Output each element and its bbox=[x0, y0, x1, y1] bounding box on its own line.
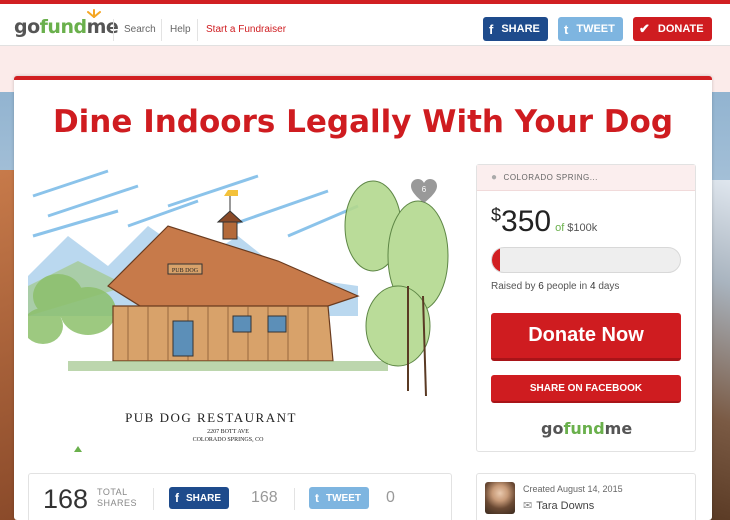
total-shares-label: TOTAL SHARES bbox=[97, 487, 138, 508]
facebook-icon: f bbox=[175, 491, 179, 505]
twitter-icon: t bbox=[315, 491, 319, 505]
svg-text:6: 6 bbox=[422, 185, 427, 194]
donate-now-button[interactable]: Donate Now bbox=[491, 313, 681, 361]
svg-text:PUB DOG: PUB DOG bbox=[172, 268, 199, 274]
creator-info: Created August 14, 2015 ✉ Tara Downs bbox=[476, 473, 696, 520]
share-on-facebook-button[interactable]: SHARE ON FACEBOOK bbox=[491, 375, 681, 403]
tweet-count: 0 bbox=[386, 489, 395, 506]
nav-divider bbox=[113, 19, 114, 41]
svg-text:PUB DOG RESTAURANT: PUB DOG RESTAURANT bbox=[125, 410, 297, 425]
location-pin-icon: ● bbox=[491, 172, 498, 183]
gofundme-logo[interactable]: gofundme bbox=[14, 16, 119, 38]
nav-start-fundraiser-link[interactable]: Start a Fundraiser bbox=[206, 24, 286, 35]
sun-rays-icon bbox=[87, 9, 101, 18]
progress-bar bbox=[491, 247, 681, 273]
nav-help-link[interactable]: Help bbox=[170, 24, 191, 35]
top-navigation-bar: gofundme Search Help Start a Fundraiser … bbox=[0, 0, 730, 46]
raised-summary: Raised by 6 people in 4 days bbox=[491, 281, 620, 292]
location-text: COLORADO SPRING... bbox=[503, 173, 598, 182]
avatar[interactable] bbox=[485, 482, 515, 514]
nav-search-link[interactable]: Search bbox=[124, 24, 156, 35]
tweet-button[interactable]: t TWEET bbox=[309, 487, 369, 509]
raised-amount: $ 350 of $100k bbox=[491, 205, 598, 238]
svg-text:COLORADO SPRINGS, CO: COLORADO SPRINGS, CO bbox=[193, 437, 265, 443]
share-divider bbox=[294, 488, 295, 510]
share-divider bbox=[153, 488, 154, 510]
twitter-icon: t bbox=[564, 21, 569, 37]
share-stats-bar: 168 TOTAL SHARES f SHARE 168 t TWEET 0 bbox=[28, 473, 452, 520]
checkmark-icon: ✔ bbox=[639, 21, 650, 36]
envelope-icon: ✉ bbox=[523, 500, 533, 512]
share-facebook-button[interactable]: f SHARE bbox=[169, 487, 230, 509]
sidebar-gofundme-logo: gofundme bbox=[541, 419, 633, 438]
creator-name[interactable]: ✉ Tara Downs bbox=[523, 499, 594, 512]
location-bar: ● COLORADO SPRING... bbox=[477, 165, 695, 191]
progress-fill bbox=[492, 248, 500, 272]
donation-sidebar: ● COLORADO SPRING... $ 350 of $100k Rais… bbox=[476, 164, 696, 452]
facebook-share-count: 168 bbox=[251, 489, 278, 506]
total-shares-count: 168 bbox=[43, 484, 89, 514]
created-date: Created August 14, 2015 bbox=[523, 484, 623, 494]
nav-divider bbox=[161, 19, 162, 41]
campaign-image[interactable]: PUB DOG PUB DOG RESTAURANT 2207 BOTT AVE… bbox=[28, 166, 452, 452]
header-donate-button[interactable]: ✔ DONATE bbox=[633, 17, 712, 41]
restaurant-sketch: PUB DOG PUB DOG RESTAURANT 2207 BOTT AVE… bbox=[28, 166, 452, 452]
header-share-button[interactable]: f SHARE bbox=[483, 17, 548, 41]
svg-text:2207 BOTT AVE: 2207 BOTT AVE bbox=[207, 429, 249, 435]
facebook-icon: f bbox=[489, 21, 494, 37]
header-tweet-button[interactable]: t TWEET bbox=[558, 17, 623, 41]
nav-divider bbox=[197, 19, 198, 41]
campaign-title: Dine Indoors Legally With Your Dog bbox=[52, 104, 674, 140]
favorite-heart-icon[interactable]: 6 bbox=[410, 178, 438, 204]
